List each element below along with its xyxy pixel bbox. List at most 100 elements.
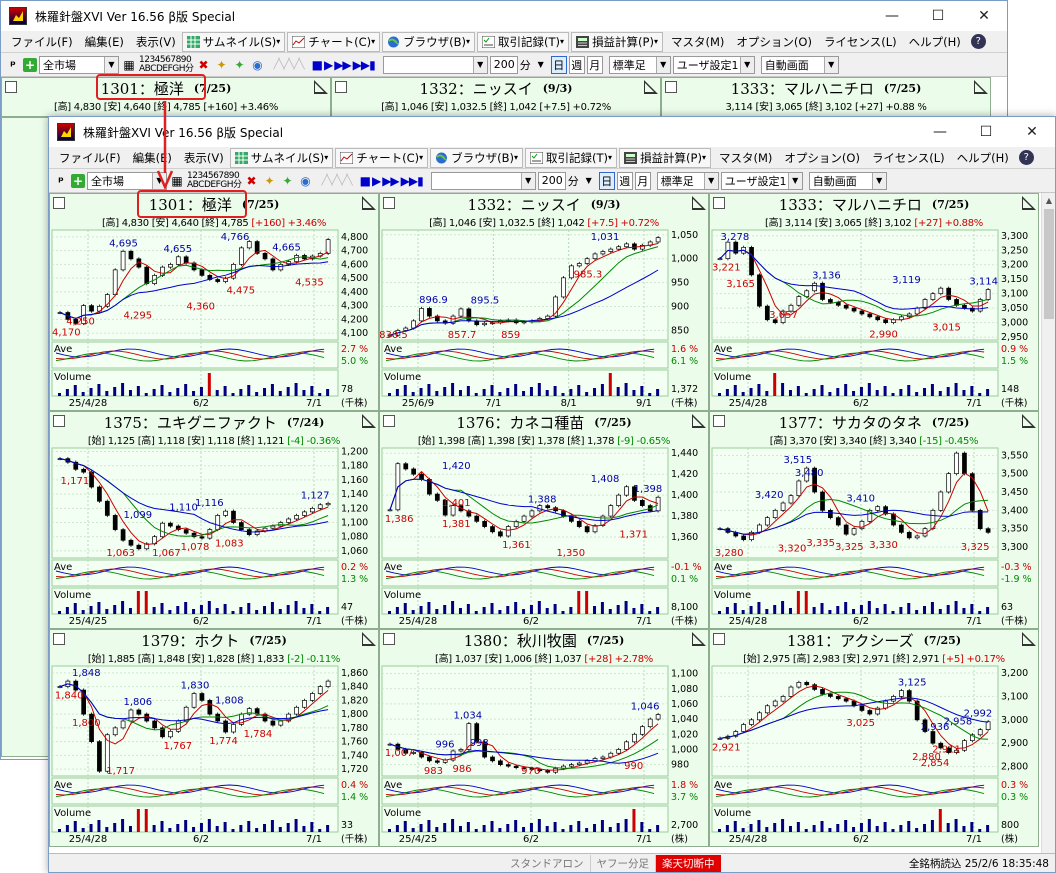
period-day-button[interactable]: 日: [598, 171, 615, 190]
corner-fold-icon[interactable]: [644, 80, 658, 94]
stock-panel-1380[interactable]: 1380：秋川牧園 (7/25) [高] 1,037 [安] 1,006 [終] 1…: [379, 629, 709, 847]
stock-panel-1376[interactable]: 1376：カネコ種苗 (7/25) [始] 1,398 [高] 1,398 [安] …: [379, 411, 709, 629]
panel-checkbox[interactable]: [53, 415, 65, 427]
back-menu-8[interactable]: マスタ(M): [665, 32, 730, 52]
add-list-icon[interactable]: +: [23, 57, 37, 72]
back-menu-0[interactable]: ファイル(F): [5, 32, 79, 52]
back-menu-6[interactable]: 取引記録(T) ▾: [477, 31, 570, 52]
grid-small-icon[interactable]: ▦: [121, 57, 137, 73]
code-search-input[interactable]: ▼: [382, 55, 488, 74]
corner-fold-icon[interactable]: [362, 196, 376, 210]
panel-title[interactable]: 1377：サカタのタネ: [779, 412, 922, 433]
menu-9[interactable]: オプション(O): [778, 148, 866, 168]
vertical-scrollbar[interactable]: ▲: [1041, 193, 1055, 853]
interval-select[interactable]: 200: [489, 55, 518, 74]
stock-panel-1301[interactable]: 1301：極洋 (7/25) [高] 4,830 [安] 4,640 [終] 4,7…: [49, 193, 379, 411]
panel-checkbox[interactable]: [713, 415, 725, 427]
chevron-down-icon[interactable]: ▼: [581, 173, 597, 189]
period-week-button[interactable]: 週: [568, 55, 585, 74]
corner-fold-icon[interactable]: [692, 414, 706, 428]
help-icon[interactable]: ?: [970, 34, 986, 49]
menu-3[interactable]: サムネイル(S) ▾: [229, 147, 334, 168]
user-setting-select[interactable]: ユーザ設定1 ▼: [672, 55, 755, 74]
stock-panel-1379[interactable]: 1379：ホクト (7/25) [始] 1,885 [高] 1,848 [安] 1,…: [49, 629, 379, 847]
add-list-icon[interactable]: +: [71, 173, 85, 188]
corner-fold-icon[interactable]: [1022, 196, 1036, 210]
back-panel-checkbox[interactable]: [335, 81, 347, 93]
minimize-button[interactable]: —: [917, 117, 963, 147]
stock-panel-1332[interactable]: 1332：ニッスイ (9/3) [高] 1,046 [安] 1,032.5 [終] …: [379, 193, 709, 411]
back-close-button[interactable]: ✕: [961, 1, 1007, 31]
panel-title[interactable]: 1379：ホクト: [141, 630, 239, 651]
back-titlebar[interactable]: 株羅針盤XVI Ver 16.56 β版 Special — ☐ ✕: [1, 1, 1007, 31]
back-menu-11[interactable]: ヘルプ(H): [903, 32, 967, 52]
corner-fold-icon[interactable]: [314, 80, 328, 94]
corner-fold-icon[interactable]: [974, 80, 988, 94]
period-week-button[interactable]: 週: [616, 171, 633, 190]
chevron-down-icon[interactable]: ▼: [533, 57, 549, 73]
panel-title[interactable]: 1332：ニッスイ: [468, 194, 581, 215]
panel-title[interactable]: 1380：秋川牧園: [464, 630, 577, 651]
menu-10[interactable]: ライセンス(L): [866, 148, 951, 168]
menu-4[interactable]: チャート(C) ▾: [335, 147, 429, 168]
globe-icon[interactable]: ◉: [298, 173, 314, 189]
stock-panel-1333[interactable]: 1333：マルハニチロ (7/25) [高] 3,114 [安] 3,065 [終]…: [709, 193, 1039, 411]
pin-icon[interactable]: ᵖ: [5, 57, 21, 73]
help-icon[interactable]: ?: [1018, 150, 1034, 165]
panel-title[interactable]: 1376：カネコ種苗: [456, 412, 584, 433]
front-titlebar[interactable]: 株羅針盤XVI Ver 16.56 β版 Special — ☐ ✕: [49, 117, 1055, 147]
stop-icon[interactable]: ■: [360, 174, 371, 188]
globe-icon[interactable]: ◉: [250, 57, 266, 73]
back-menu-1[interactable]: 編集(E): [79, 32, 130, 52]
period-day-button[interactable]: 日: [550, 55, 567, 74]
stock-panel-1381[interactable]: 1381：アクシーズ (7/25) [始] 2,975 [高] 2,983 [安] …: [709, 629, 1039, 847]
back-panel-checkbox[interactable]: [5, 81, 17, 93]
fast-forward-icon[interactable]: ▶▶: [334, 58, 351, 72]
stock-panel-1375[interactable]: 1375：ユキグニファクト (7/24) [始] 1,125 [高] 1,118 […: [49, 411, 379, 629]
period-month-button[interactable]: 月: [586, 55, 603, 74]
back-panel[interactable]: 1332：ニッスイ (9/3) [高] 1,046 [安] 1,032.5 [終] …: [331, 77, 661, 117]
yellow-star-icon[interactable]: ✦: [262, 173, 278, 189]
back-menu-2[interactable]: 表示(V): [130, 32, 182, 52]
back-menu-3[interactable]: サムネイル(S) ▾: [181, 31, 286, 52]
jump-digits[interactable]: 1234567890 ABCDEFGH分: [139, 55, 194, 74]
yellow-star-icon[interactable]: ✦: [214, 57, 230, 73]
panel-title[interactable]: 1381：アクシーズ: [787, 630, 914, 651]
close-x-icon[interactable]: ✖: [244, 173, 260, 189]
corner-fold-icon[interactable]: [362, 632, 376, 646]
corner-fold-icon[interactable]: [692, 196, 706, 210]
maximize-button[interactable]: ☐: [963, 117, 1009, 147]
menu-6[interactable]: 取引記録(T) ▾: [525, 147, 618, 168]
auto-screen-select[interactable]: 自動画面 ▼: [760, 55, 839, 74]
candle-type-select[interactable]: 標準足 ▼: [656, 171, 719, 190]
fast-forward-icon[interactable]: ▶▶: [382, 174, 399, 188]
market-select[interactable]: 全市場 ▼: [39, 55, 119, 74]
green-star-icon[interactable]: ✦: [232, 57, 248, 73]
corner-fold-icon[interactable]: [1022, 414, 1036, 428]
stop-icon[interactable]: ■: [312, 58, 323, 72]
back-panel-checkbox[interactable]: [665, 81, 677, 93]
panel-checkbox[interactable]: [713, 633, 725, 645]
code-search-input[interactable]: ▼: [430, 171, 536, 190]
period-month-button[interactable]: 月: [634, 171, 651, 190]
menu-8[interactable]: マスタ(M): [713, 148, 778, 168]
panel-checkbox[interactable]: [383, 633, 395, 645]
back-menu-7[interactable]: 損益計算(P) ▾: [571, 31, 663, 52]
menu-5[interactable]: ブラウザ(B) ▾: [430, 147, 524, 168]
jump-digits[interactable]: 1234567890 ABCDEFGH分: [187, 171, 242, 190]
pin-icon[interactable]: ᵖ: [53, 173, 69, 189]
back-maximize-button[interactable]: ☐: [915, 1, 961, 31]
panel-checkbox[interactable]: [53, 197, 65, 209]
close-x-icon[interactable]: ✖: [196, 57, 212, 73]
end-icon[interactable]: ▶▶▮: [353, 58, 376, 72]
panel-checkbox[interactable]: [383, 197, 395, 209]
corner-fold-icon[interactable]: [1022, 632, 1036, 646]
back-menu-10[interactable]: ライセンス(L): [818, 32, 903, 52]
back-minimize-button[interactable]: —: [869, 1, 915, 31]
menu-0[interactable]: ファイル(F): [53, 148, 127, 168]
back-menu-9[interactable]: オプション(O): [730, 32, 818, 52]
front-window[interactable]: 株羅針盤XVI Ver 16.56 β版 Special — ☐ ✕ ファイル(…: [48, 116, 1056, 873]
auto-screen-select[interactable]: 自動画面 ▼: [808, 171, 887, 190]
interval-select[interactable]: 200: [537, 171, 566, 190]
back-menu-4[interactable]: チャート(C) ▾: [287, 31, 381, 52]
